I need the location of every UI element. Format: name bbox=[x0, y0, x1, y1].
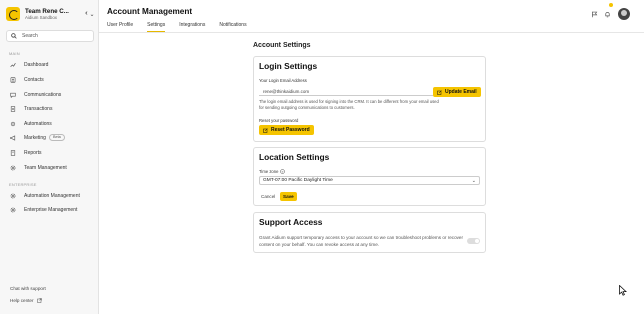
help-center-link[interactable]: Help center bbox=[10, 298, 42, 303]
help-center-label: Help center bbox=[10, 298, 34, 303]
tab-user-profile[interactable]: User Profile bbox=[107, 22, 133, 32]
sidebar-item-label: Team Management bbox=[24, 164, 67, 171]
tab-integrations[interactable]: Integrations bbox=[179, 22, 205, 32]
automation-icon bbox=[10, 121, 16, 126]
sidebar-item-enterprise-management[interactable]: Enterprise Management bbox=[6, 204, 94, 215]
gear-icon bbox=[10, 193, 16, 198]
avatar[interactable] bbox=[618, 8, 630, 20]
team-name: Team Rene C... bbox=[25, 7, 69, 15]
sidebar-item-marketing[interactable]: Marketing Beta bbox=[6, 132, 94, 143]
timezone-value: GMT-07:00 Pacific Daylight Time bbox=[263, 178, 333, 183]
contacts-icon bbox=[10, 76, 16, 83]
notification-dot bbox=[609, 3, 613, 7]
login-settings-card: Login Settings Your Login Email Address … bbox=[253, 56, 486, 142]
reset-password-label: Reset your password bbox=[259, 118, 299, 123]
sidebar-item-label: Dashboard bbox=[24, 61, 49, 68]
beta-badge: Beta bbox=[48, 134, 65, 141]
page-title: Account Management bbox=[107, 7, 193, 16]
chevron-down-icon[interactable]: ⌄ bbox=[88, 11, 96, 18]
location-settings-card: Location Settings Time zone ? GMT-07:00 … bbox=[253, 147, 486, 206]
section-label-enterprise: ENTERPRISE bbox=[9, 182, 37, 187]
sidebar-item-label: Enterprise Management bbox=[24, 206, 78, 213]
reset-password-button[interactable]: Reset Password bbox=[259, 125, 314, 135]
tab-settings[interactable]: Settings bbox=[147, 22, 166, 32]
location-settings-heading: Location Settings bbox=[259, 152, 330, 162]
search-box[interactable] bbox=[6, 30, 94, 42]
support-access-text: Grant Aidium support temporary access to… bbox=[259, 235, 464, 247]
email-help-text: The login email address is used for sign… bbox=[259, 99, 439, 110]
external-link-icon bbox=[36, 298, 42, 303]
sidebar-item-automations[interactable]: Automations bbox=[6, 118, 94, 129]
account-settings-title: Account Settings bbox=[253, 42, 311, 49]
mouse-cursor-icon bbox=[619, 285, 627, 296]
update-email-button[interactable]: Update Email bbox=[433, 87, 481, 97]
timezone-label: Time zone bbox=[259, 169, 279, 174]
sidebar-item-team-management[interactable]: Team Management bbox=[6, 162, 94, 173]
sidebar-item-transactions[interactable]: Transactions bbox=[6, 103, 94, 114]
chart-icon bbox=[10, 62, 16, 67]
report-icon bbox=[10, 149, 16, 156]
sidebar-item-label: Reports bbox=[24, 149, 42, 156]
timezone-select[interactable]: GMT-07:00 Pacific Daylight Time ⌄ bbox=[259, 176, 480, 185]
sidebar-item-automation-management[interactable]: Automation Management bbox=[6, 190, 94, 201]
sidebar-item-dashboard[interactable]: Dashboard bbox=[6, 59, 94, 70]
gear-icon bbox=[10, 165, 16, 170]
document-icon bbox=[10, 105, 16, 112]
team-subtitle: Aidium Sandbox bbox=[25, 14, 57, 20]
sidebar-item-label: Contacts bbox=[24, 76, 44, 83]
email-label: Your Login Email Address bbox=[259, 78, 307, 83]
timezone-label-row: Time zone ? bbox=[259, 169, 286, 174]
edit-icon bbox=[437, 89, 442, 95]
sidebar: Team Rene C... Aidium Sandbox ⌄ ‹‹ MAIN … bbox=[0, 0, 99, 314]
flag-icon[interactable] bbox=[591, 5, 598, 23]
sidebar-item-label: Automations bbox=[24, 120, 52, 127]
sidebar-item-communications[interactable]: Communications bbox=[6, 89, 94, 100]
chat-support-link[interactable]: Chat with support bbox=[10, 286, 46, 291]
sidebar-item-reports[interactable]: Reports bbox=[6, 147, 94, 158]
update-email-label: Update Email bbox=[445, 89, 477, 95]
chat-icon bbox=[10, 92, 16, 98]
chevron-down-icon: ⌄ bbox=[471, 178, 476, 184]
support-access-heading: Support Access bbox=[259, 217, 323, 227]
reset-password-text: Reset Password bbox=[271, 127, 310, 133]
sidebar-item-contacts[interactable]: Contacts bbox=[6, 74, 94, 85]
section-label-main: MAIN bbox=[9, 51, 20, 56]
search-input[interactable] bbox=[22, 33, 92, 39]
team-switcher[interactable]: Team Rene C... Aidium Sandbox ⌄ bbox=[6, 6, 96, 22]
team-logo-icon bbox=[6, 7, 20, 21]
support-access-card: Support Access Grant Aidium support temp… bbox=[253, 212, 486, 253]
save-button[interactable]: Save bbox=[280, 192, 297, 201]
help-circle-icon: ? bbox=[280, 169, 286, 174]
chat-support-label: Chat with support bbox=[10, 286, 46, 291]
sidebar-item-label: Marketing bbox=[24, 134, 46, 141]
email-field[interactable]: rene@thinkaidium.com bbox=[259, 87, 433, 96]
sidebar-item-label: Communications bbox=[24, 91, 62, 98]
megaphone-icon bbox=[10, 134, 16, 141]
gear-icon bbox=[10, 207, 16, 212]
sidebar-item-label: Automation Management bbox=[24, 192, 80, 199]
login-settings-heading: Login Settings bbox=[259, 61, 318, 71]
search-icon bbox=[11, 33, 17, 39]
top-bar: Account Management User Profile Settings… bbox=[99, 0, 644, 33]
edit-icon bbox=[263, 127, 268, 133]
cancel-button[interactable]: Cancel bbox=[261, 194, 275, 199]
tab-bar: User Profile Settings Integrations Notif… bbox=[107, 22, 261, 32]
sidebar-item-label: Transactions bbox=[24, 105, 53, 112]
support-access-toggle[interactable] bbox=[467, 238, 480, 244]
tab-notifications[interactable]: Notifications bbox=[219, 22, 246, 32]
collapse-sidebar-icon[interactable]: ‹‹ bbox=[85, 10, 87, 17]
bell-icon[interactable] bbox=[604, 3, 613, 23]
